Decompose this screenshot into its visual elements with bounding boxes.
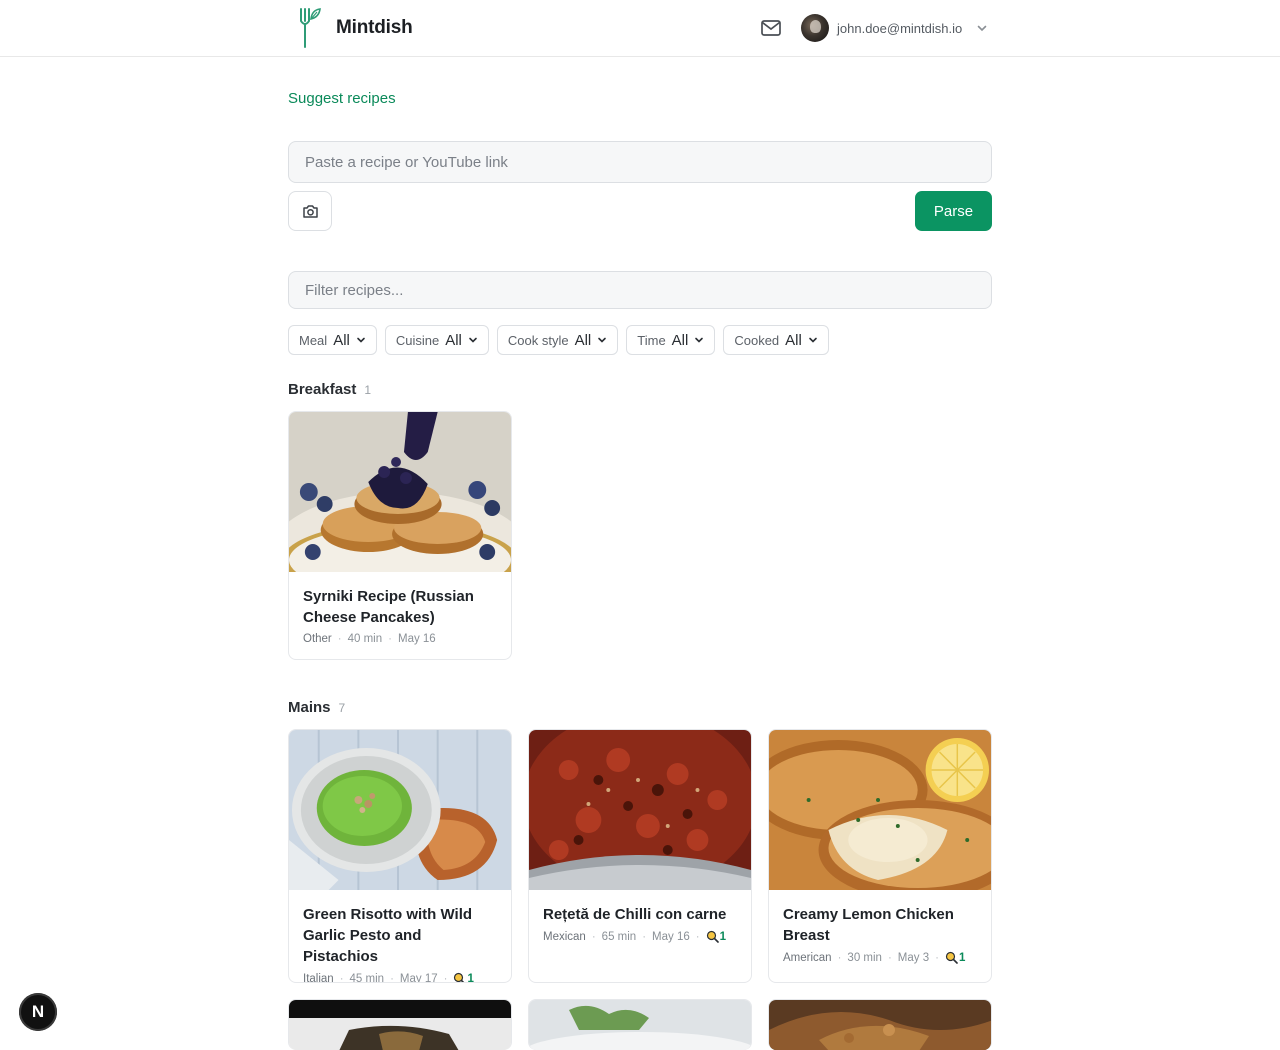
meta-separator: · <box>642 930 647 943</box>
recipe-cuisine: Mexican <box>543 930 586 943</box>
recipe-photo-syrniki <box>289 412 511 572</box>
recipe-cuisine: Other <box>303 633 332 645</box>
chip-value: All <box>671 331 689 349</box>
skillet-icon <box>706 930 719 943</box>
filter-chips: Meal All Cuisine All Cook style All Time… <box>288 325 829 355</box>
recipe-photo-green-risotto <box>289 730 511 890</box>
section-title: Mains <box>288 699 331 716</box>
recipe-card[interactable]: Green Risotto with Wild Garlic Pesto and… <box>288 729 512 983</box>
chip-label: Time <box>637 332 666 348</box>
fork-leaf-logo-icon <box>300 8 321 48</box>
chevron-down-icon <box>357 337 365 343</box>
suggest-recipes-link[interactable]: Suggest recipes <box>288 90 396 107</box>
recipe-date: May 3 <box>897 951 930 964</box>
recipe-cuisine: American <box>783 951 832 964</box>
cooked-count: 1 <box>453 972 474 983</box>
recipe-date: May 16 <box>652 930 690 943</box>
recipe-date: May 16 <box>397 633 436 645</box>
recipe-card[interactable] <box>288 999 512 1050</box>
brand[interactable]: Mintdish <box>296 7 413 49</box>
parse-button[interactable]: Parse <box>915 191 992 231</box>
cook-style-filter[interactable]: Cook style All <box>496 325 619 355</box>
recipe-link-input[interactable] <box>288 141 992 183</box>
camera-icon <box>302 204 318 218</box>
recipe-photo-chilli-con-carne <box>529 730 751 890</box>
top-bar: Mintdish john.doe@mintdish.io <box>0 0 1280 57</box>
recipe-date: May 17 <box>399 972 438 983</box>
recipe-photo-partial <box>529 1000 751 1050</box>
recipe-card[interactable] <box>528 999 752 1050</box>
recipe-photo-partial <box>769 1000 991 1050</box>
recipe-time: 30 min <box>847 951 882 964</box>
cooked-number: 1 <box>467 972 474 983</box>
cooked-count: 1 <box>706 930 726 943</box>
chip-label: Cuisine <box>395 332 440 348</box>
meta-separator: · <box>591 930 596 943</box>
recipe-photo-lemon-chicken <box>769 730 991 890</box>
chip-value: All <box>574 331 592 349</box>
meta-separator: · <box>935 951 939 964</box>
dev-tools-badge[interactable]: N <box>19 993 57 1031</box>
meta-separator: · <box>337 633 342 645</box>
cooked-number: 1 <box>958 951 966 964</box>
recipe-card[interactable]: Creamy Lemon Chicken Breast American · 3… <box>768 729 992 983</box>
mail-icon[interactable] <box>760 18 782 38</box>
recipe-time: 40 min <box>347 633 383 645</box>
recipe-time: 65 min <box>601 930 637 943</box>
recipe-meta: Italian · 45 min · May 17 · 1 <box>303 972 497 983</box>
section-header-breakfast: Breakfast 1 <box>288 381 371 398</box>
meta-separator: · <box>695 930 700 943</box>
meta-separator: · <box>887 951 892 964</box>
chip-value: All <box>785 331 802 349</box>
section-title: Breakfast <box>288 381 357 398</box>
recipe-time: 45 min <box>349 972 385 983</box>
skillet-icon <box>454 972 465 982</box>
cuisine-filter[interactable]: Cuisine All <box>384 325 489 355</box>
meta-separator: · <box>339 972 344 983</box>
camera-button[interactable] <box>288 191 332 231</box>
recipe-title: Creamy Lemon Chicken Breast <box>783 906 954 944</box>
skillet-icon <box>945 951 958 964</box>
recipe-meta: Mexican · 65 min · May 16 · 1 <box>543 930 737 943</box>
chip-label: Meal <box>299 332 328 348</box>
chip-label: Cook style <box>507 332 569 348</box>
recipe-title: Rețetă de Chilli con carne <box>543 906 727 923</box>
recipe-card[interactable]: Syrniki Recipe (Russian Cheese Pancakes)… <box>288 411 512 660</box>
meta-separator: · <box>390 972 394 983</box>
chevron-down-icon <box>469 337 477 343</box>
chip-value: All <box>333 331 350 349</box>
recipe-card[interactable] <box>768 999 992 1050</box>
filter-recipes-input[interactable] <box>288 271 992 309</box>
recipe-cuisine: Italian <box>303 972 334 983</box>
recipe-title: Syrniki Recipe (Russian Cheese Pancakes) <box>303 588 474 626</box>
recipe-meta: Other · 40 min · May 16 <box>303 633 497 645</box>
meta-separator: · <box>388 633 392 645</box>
cooked-filter[interactable]: Cooked All <box>723 325 829 355</box>
recipe-photo-partial <box>289 1000 511 1050</box>
chevron-down-icon <box>695 337 704 343</box>
meta-separator: · <box>443 972 448 983</box>
time-filter[interactable]: Time All <box>626 325 716 355</box>
brand-name: Mintdish <box>336 17 413 38</box>
chevron-down-icon <box>598 337 607 343</box>
chevron-down-icon <box>977 25 987 32</box>
user-menu[interactable]: john.doe@mintdish.io <box>801 14 988 42</box>
avatar <box>801 14 829 42</box>
section-header-mains: Mains 7 <box>288 699 345 716</box>
recipe-card[interactable]: Rețetă de Chilli con carne Mexican · 65 … <box>528 729 752 983</box>
chevron-down-icon <box>809 337 817 343</box>
cooked-count: 1 <box>945 951 965 964</box>
meal-filter[interactable]: Meal All <box>288 325 377 355</box>
chip-label: Cooked <box>734 332 780 348</box>
user-email: john.doe@mintdish.io <box>837 20 963 36</box>
recipe-title: Green Risotto with Wild Garlic Pesto and… <box>303 906 473 965</box>
section-count: 7 <box>338 701 346 715</box>
recipe-meta: American · 30 min · May 3 · 1 <box>783 951 977 964</box>
chip-value: All <box>445 331 462 349</box>
meta-separator: · <box>837 951 842 964</box>
section-count: 1 <box>364 383 372 397</box>
cooked-number: 1 <box>719 930 727 943</box>
